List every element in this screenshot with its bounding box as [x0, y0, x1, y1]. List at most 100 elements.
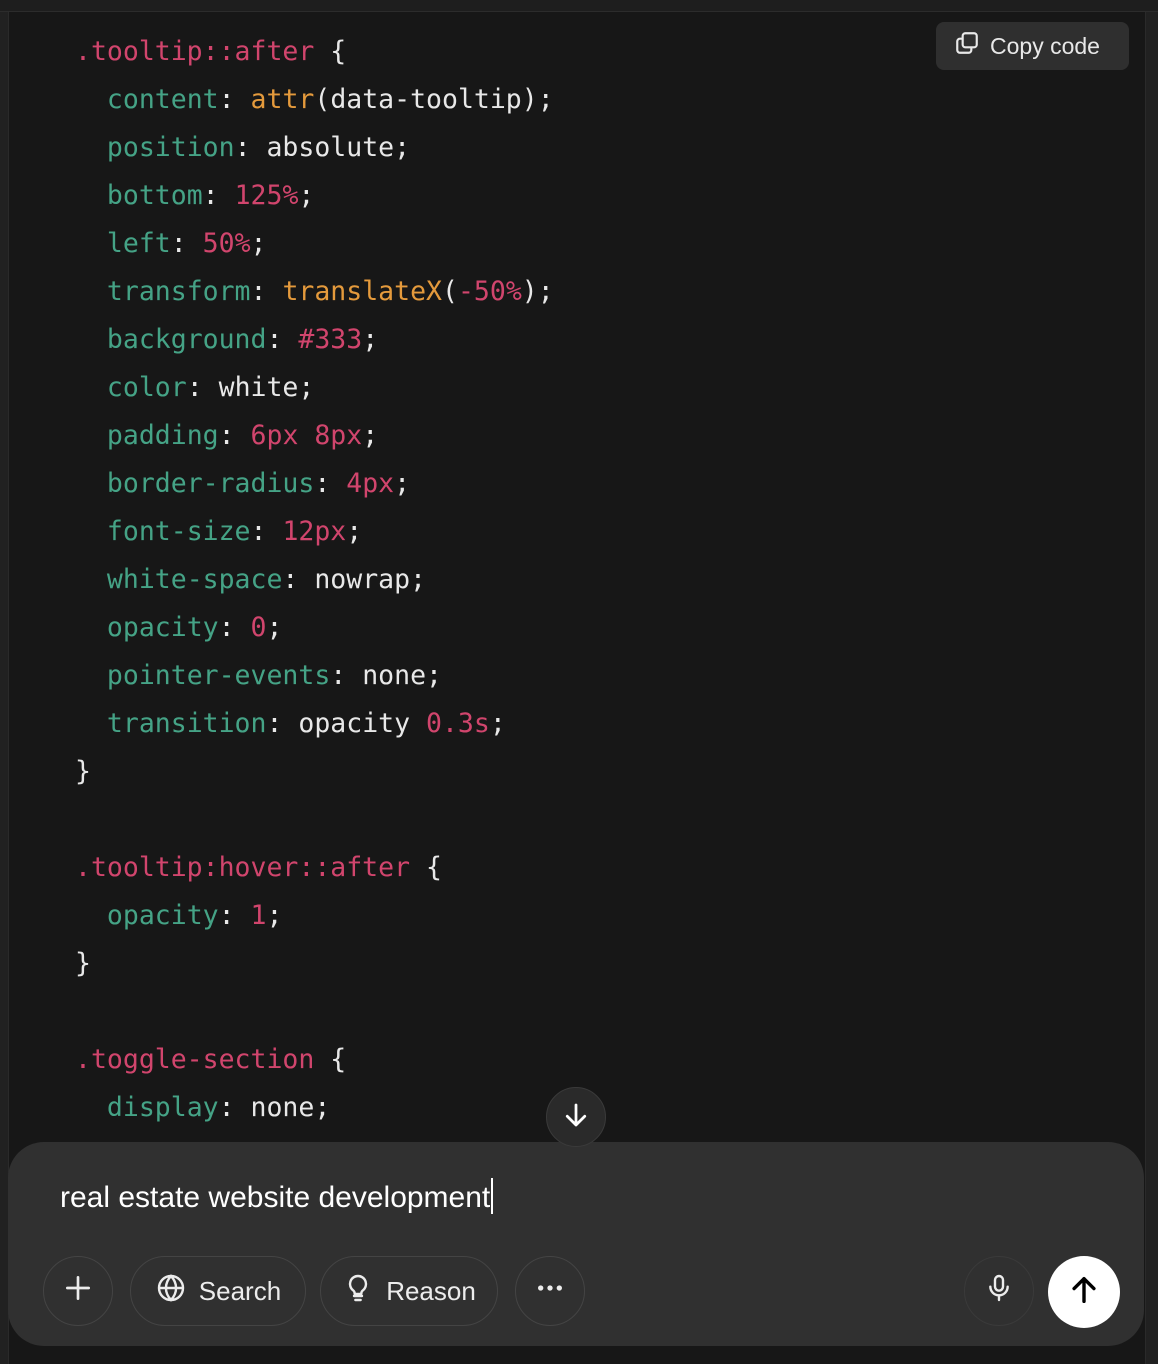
code-token: :	[250, 276, 283, 307]
code-token: ;	[298, 180, 315, 211]
text-caret	[491, 1178, 494, 1214]
code-token: }	[75, 756, 91, 787]
code-line: font-size: 12px;	[75, 508, 554, 556]
code-token: ;	[489, 708, 506, 739]
send-button[interactable]	[1048, 1256, 1120, 1328]
code-line: display: none;	[75, 1084, 554, 1132]
code-token: attr	[250, 84, 315, 115]
code-token: transition	[106, 708, 267, 739]
ellipsis-icon	[534, 1272, 566, 1311]
code-token: ;	[346, 516, 363, 547]
code-token: border-radius	[106, 468, 315, 499]
code-token: #333	[298, 324, 363, 355]
code-token: font-size	[106, 516, 251, 547]
copy-code-button[interactable]: Copy code	[936, 22, 1129, 70]
copy-code-label: Copy code	[990, 32, 1100, 59]
code-token: :	[218, 900, 251, 931]
code-token: 12px	[282, 516, 347, 547]
code-token: ;	[394, 468, 411, 499]
code-content: .tooltip::after { content: attr(data-too…	[75, 28, 554, 1132]
code-token: translateX	[282, 276, 442, 307]
code-line: .tooltip::after {	[75, 28, 554, 76]
code-token: : white;	[186, 372, 315, 403]
code-line: transform: translateX(-50%);	[75, 268, 554, 316]
search-label: Search	[198, 1275, 282, 1306]
code-line: white-space: nowrap;	[75, 556, 554, 604]
code-token: 125%	[234, 180, 299, 211]
voice-input-button[interactable]	[964, 1256, 1034, 1326]
code-token: :	[218, 84, 251, 115]
code-token: :	[202, 180, 235, 211]
code-token: );	[521, 276, 554, 307]
code-token: : absolute;	[234, 132, 411, 163]
scroll-to-bottom-button[interactable]	[546, 1087, 606, 1147]
search-button[interactable]: Search	[130, 1256, 306, 1326]
code-line: bottom: 125%;	[75, 172, 554, 220]
code-token: content	[106, 84, 219, 115]
code-line: background: #333;	[75, 316, 554, 364]
code-token: 4px	[346, 468, 395, 499]
arrow-up-icon	[1067, 1273, 1101, 1312]
code-token: white-space	[106, 564, 283, 595]
more-tools-button[interactable]	[515, 1256, 585, 1326]
plus-icon	[62, 1272, 94, 1311]
code-token: padding	[106, 420, 219, 451]
code-line: transition: opacity 0.3s;	[75, 700, 554, 748]
code-token: bottom	[106, 180, 203, 211]
code-token: : none;	[330, 660, 442, 691]
lightbulb-icon	[342, 1272, 374, 1311]
reason-label: Reason	[386, 1275, 476, 1306]
code-token: ;	[266, 900, 283, 931]
code-token: :	[218, 612, 251, 643]
code-token: :	[170, 228, 203, 259]
code-line: }	[75, 940, 554, 988]
code-token: 50%	[202, 228, 251, 259]
code-token: 0.3s	[426, 708, 490, 739]
code-token: :	[314, 468, 347, 499]
code-token: ;	[250, 228, 267, 259]
reason-button[interactable]: Reason	[320, 1256, 498, 1326]
code-line: opacity: 1;	[75, 892, 554, 940]
code-line: .toggle-section {	[75, 1036, 554, 1084]
code-token: .tooltip::after	[75, 36, 315, 67]
globe-icon	[155, 1272, 187, 1311]
code-token: .tooltip:hover::after	[75, 852, 411, 883]
code-line: position: absolute;	[75, 124, 554, 172]
code-token: position	[106, 132, 235, 163]
code-token: ;	[362, 324, 379, 355]
add-attachment-button[interactable]	[43, 1256, 113, 1326]
prompt-input[interactable]: real estate website development	[60, 1178, 494, 1215]
code-line: opacity: 0;	[75, 604, 554, 652]
code-token: (	[441, 276, 458, 307]
code-token: :	[218, 420, 251, 451]
code-token: transform	[106, 276, 251, 307]
code-line: padding: 6px 8px;	[75, 412, 554, 460]
copy-icon	[954, 30, 980, 62]
code-token: {	[314, 1044, 347, 1075]
code-line: pointer-events: none;	[75, 652, 554, 700]
code-token: ;	[266, 612, 283, 643]
microphone-icon	[983, 1272, 1015, 1311]
code-line: color: white;	[75, 364, 554, 412]
code-token: : opacity	[266, 708, 427, 739]
message-composer: real estate website development Search R…	[8, 1142, 1144, 1346]
code-line: left: 50%;	[75, 220, 554, 268]
code-token: 0	[250, 612, 267, 643]
code-line: }	[75, 748, 554, 796]
code-token: ;	[362, 420, 379, 451]
